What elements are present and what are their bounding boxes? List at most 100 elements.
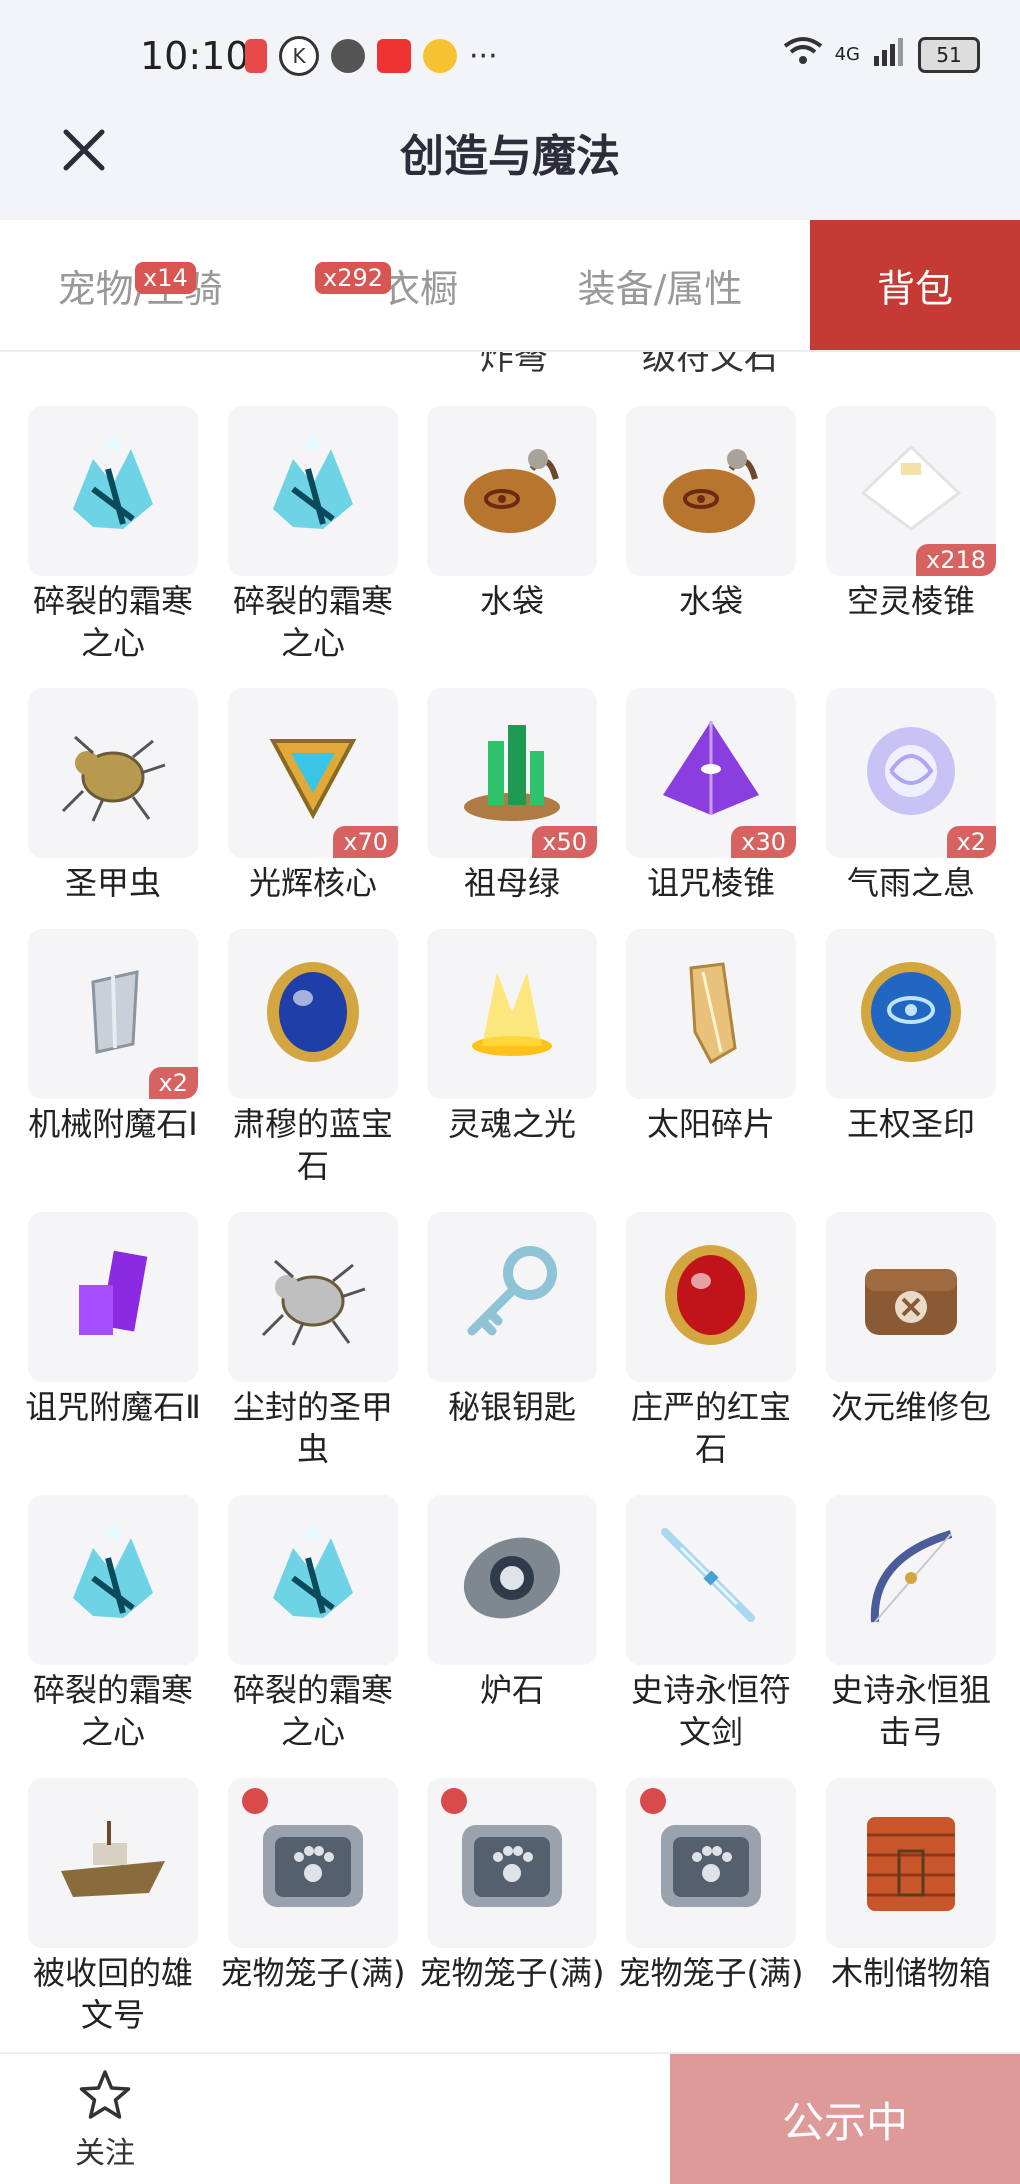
inventory-item[interactable]: 碎裂的霜寒之心	[28, 1495, 198, 1753]
follow-button[interactable]: 关注	[60, 2068, 150, 2172]
item-tile[interactable]	[826, 929, 996, 1099]
inventory-item[interactable]: 史诗永恒符文剑	[626, 1495, 796, 1753]
item-tile[interactable]	[626, 1495, 796, 1665]
inventory-item[interactable]: 水袋	[427, 406, 597, 622]
item-tile[interactable]	[28, 688, 198, 858]
pet-tag-icon	[242, 1788, 268, 1814]
item-tile[interactable]	[28, 406, 198, 576]
pet-cage-icon	[253, 1801, 373, 1925]
inventory-item[interactable]: 碎裂的霜寒之心	[28, 406, 198, 664]
item-tile[interactable]	[626, 1778, 796, 1948]
inventory-item[interactable]: x2 机械附魔石Ⅰ	[28, 929, 198, 1145]
inventory-item[interactable]: 秘银钥匙	[427, 1212, 597, 1428]
inventory-item[interactable]: 尘封的圣甲虫	[228, 1212, 398, 1470]
item-tile[interactable]	[626, 406, 796, 576]
item-tile[interactable]	[228, 406, 398, 576]
publish-status-button[interactable]: 公示中	[670, 2054, 1020, 2184]
inventory-item[interactable]: 被收回的雄文号	[28, 1778, 198, 2036]
wifi-icon	[783, 36, 823, 73]
item-tile[interactable]	[228, 1778, 398, 1948]
item-tile[interactable]	[826, 1778, 996, 1948]
item-tile[interactable]: x50	[427, 688, 597, 858]
item-name: 次元维修包	[830, 1388, 991, 1426]
page-title: 创造与魔法	[400, 131, 620, 182]
item-name: 尘封的圣甲虫	[232, 1388, 393, 1468]
more-notifications-icon: ···	[469, 38, 498, 74]
weibo-icon	[423, 39, 457, 73]
item-tile[interactable]	[427, 929, 597, 1099]
partial-item-name: 炸弩	[480, 352, 548, 378]
breath-orb-icon	[851, 711, 971, 835]
sniper-bow-icon	[851, 1518, 971, 1642]
inventory-item[interactable]: 灵魂之光	[427, 929, 597, 1145]
item-tile[interactable]	[228, 929, 398, 1099]
inventory-item[interactable]: 宠物笼子(满)	[420, 1778, 604, 1994]
frost-heart-icon	[53, 1518, 173, 1642]
status-bar: 10:10 K ··· 4G 51	[0, 0, 1020, 110]
tab-backpack[interactable]: 背包	[810, 220, 1020, 350]
item-tile[interactable]	[28, 1495, 198, 1665]
item-tile[interactable]	[228, 1495, 398, 1665]
inventory-item[interactable]: 碎裂的霜寒之心	[228, 1495, 398, 1753]
inventory-item[interactable]: 水袋	[626, 406, 796, 622]
item-name: 宠物笼子(满)	[220, 1954, 406, 1992]
item-name: 被收回的雄文号	[32, 1954, 193, 2034]
inventory-item[interactable]: 碎裂的霜寒之心	[228, 406, 398, 664]
inventory-item[interactable]: x218 空灵棱锥	[826, 406, 996, 622]
item-tile[interactable]	[28, 1778, 198, 1948]
item-name: 碎裂的霜寒之心	[232, 1671, 393, 1751]
inventory-item[interactable]: 肃穆的蓝宝石	[228, 929, 398, 1187]
item-tile[interactable]: x2	[28, 929, 198, 1099]
item-tile[interactable]	[427, 1778, 597, 1948]
item-name: 秘银钥匙	[447, 1388, 576, 1426]
inventory-item[interactable]: 宠物笼子(满)	[221, 1778, 405, 1994]
inventory-item[interactable]: x30 诅咒棱锥	[626, 688, 796, 904]
item-tile[interactable]: x2	[826, 688, 996, 858]
inventory-item[interactable]: 太阳碎片	[626, 929, 796, 1145]
inventory-grid: 炸弩 级符文石 碎裂的霜寒之心 碎裂的霜寒之心 水袋 水袋 x218 空灵棱锥 圣甲虫 x70…	[0, 352, 1020, 2052]
item-tile[interactable]	[28, 1212, 198, 1382]
item-name: 水袋	[678, 582, 743, 620]
inventory-item[interactable]: 次元维修包	[826, 1212, 996, 1428]
inventory-item[interactable]: 诅咒附魔石Ⅱ	[25, 1212, 201, 1428]
huawei-app-icon	[377, 39, 411, 73]
partial-item-name: 级符文石	[642, 352, 778, 378]
app-notification-icon	[245, 39, 267, 73]
item-tile[interactable]	[427, 406, 597, 576]
tab-bar: 宠物/坐骑 x14 衣橱 x292 装备/属性 背包	[0, 220, 1020, 352]
item-tile[interactable]	[427, 1212, 597, 1382]
tab-equipment-attributes[interactable]: 装备/属性	[560, 220, 760, 350]
inventory-item[interactable]: x2 气雨之息	[826, 688, 996, 904]
inventory-item[interactable]: x70 光辉核心	[228, 688, 398, 904]
inventory-item[interactable]: 庄严的红宝石	[626, 1212, 796, 1470]
item-tile[interactable]	[626, 1212, 796, 1382]
k-app-icon: K	[279, 36, 319, 76]
item-name: 碎裂的霜寒之心	[32, 1671, 193, 1751]
inventory-item[interactable]: 王权圣印	[826, 929, 996, 1145]
inventory-item[interactable]: x50 祖母绿	[427, 688, 597, 904]
item-tile[interactable]: x70	[228, 688, 398, 858]
tab-label: 背包	[876, 266, 953, 311]
frost-heart-icon	[253, 429, 373, 553]
inventory-item[interactable]: 炉石	[427, 1495, 597, 1711]
item-tile[interactable]	[427, 1495, 597, 1665]
tab-wardrobe[interactable]: 衣橱 x292	[300, 220, 480, 350]
notification-icons: K ···	[245, 36, 498, 76]
pet-tag-icon	[640, 1788, 666, 1814]
item-tile[interactable]	[626, 929, 796, 1099]
tab-pets-mounts[interactable]: 宠物/坐骑 x14	[40, 220, 240, 350]
radiant-core-icon	[253, 711, 373, 835]
sapphire-icon	[253, 952, 373, 1076]
inventory-item[interactable]: 木制储物箱	[826, 1778, 996, 1994]
inventory-item[interactable]: 宠物笼子(满)	[619, 1778, 803, 1994]
item-tile[interactable]	[826, 1495, 996, 1665]
item-name: 诅咒棱锥	[646, 864, 775, 902]
item-tile[interactable]: x218	[826, 406, 996, 576]
inventory-item[interactable]: 史诗永恒狙击弓	[826, 1495, 996, 1753]
item-tile[interactable]	[228, 1212, 398, 1382]
item-tile[interactable]	[826, 1212, 996, 1382]
item-tile[interactable]: x30	[626, 688, 796, 858]
item-name: 太阳碎片	[646, 1105, 775, 1143]
item-name: 圣甲虫	[64, 864, 161, 902]
inventory-item[interactable]: 圣甲虫	[28, 688, 198, 904]
